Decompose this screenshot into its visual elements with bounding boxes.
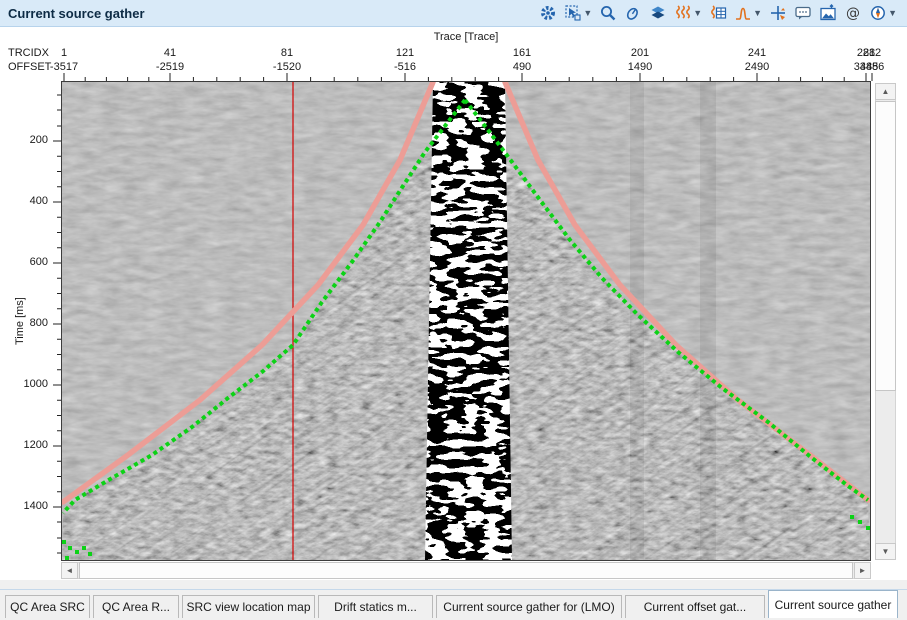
top-axis-ticks: [0, 73, 907, 81]
offset-tick-label: -516: [394, 61, 416, 73]
tab-current-source-gather-for-lmo[interactable]: Current source gather for (LMO): [436, 595, 622, 618]
trcidx-tick-label: 282: [863, 47, 881, 59]
snap-icon[interactable]: @: [844, 4, 862, 22]
stray-pick: [82, 546, 86, 550]
tab-qc-area-r[interactable]: QC Area R...: [93, 595, 179, 618]
scroll-right-button[interactable]: ►: [854, 562, 871, 579]
tab-current-source-gather[interactable]: Current source gather: [768, 590, 898, 618]
stray-pick: [858, 520, 862, 524]
offset-tick-label: -3517: [50, 61, 78, 73]
export-image-icon[interactable]: [819, 4, 837, 22]
view-tab-bar: QC Area SRCQC Area R...SRC view location…: [0, 589, 907, 618]
time-tick-label: 800: [4, 317, 48, 329]
trcidx-tick-label: 81: [281, 47, 293, 59]
trcidx-tick-label: 161: [513, 47, 531, 59]
h-scrollbar-thumb[interactable]: [79, 562, 853, 579]
scroll-down-button[interactable]: ▼: [875, 543, 896, 560]
pick-crosshair-icon[interactable]: [769, 4, 787, 22]
scroll-left-button[interactable]: ◄: [61, 562, 78, 579]
time-tick-label: 1200: [4, 439, 48, 451]
layers-icon[interactable]: [649, 4, 667, 22]
tab-drift-statics-m[interactable]: Drift statics m...: [318, 595, 433, 618]
offset-row-label: OFFSET: [8, 61, 51, 73]
comment-icon[interactable]: [794, 4, 812, 22]
time-tick-label: 600: [4, 256, 48, 268]
time-axis-ticks: [51, 82, 61, 560]
chevron-down-icon[interactable]: ▼: [583, 9, 592, 18]
stray-pick: [75, 550, 79, 554]
tab-qc-area-src[interactable]: QC Area SRC: [5, 595, 90, 618]
settings-gear-icon[interactable]: [539, 4, 557, 22]
offset-tick-label: 1490: [628, 61, 652, 73]
time-tick-label: 400: [4, 195, 48, 207]
offset-tick-label: 3486: [860, 61, 884, 73]
trace-table-icon[interactable]: [709, 4, 727, 22]
panel-title: Current source gather: [0, 6, 145, 21]
trcidx-tick-label: 1: [61, 47, 67, 59]
chevron-down-icon[interactable]: ▼: [888, 9, 897, 18]
top-axis-title: Trace [Trace]: [434, 31, 499, 43]
app-window: Current source gather ▼ ▼ ▼ @ ▼ Trace [Trace…: [0, 0, 907, 620]
offset-tick-label: -1520: [273, 61, 301, 73]
zoom-icon[interactable]: [599, 4, 617, 22]
histogram-icon[interactable]: ▼: [734, 4, 762, 22]
compass-icon[interactable]: ▼: [869, 4, 897, 22]
wiggle-display-icon[interactable]: ▼: [674, 4, 702, 22]
seismic-plot-canvas[interactable]: [61, 81, 871, 561]
stray-pick: [866, 526, 870, 530]
trcidx-row-label: TRCIDX: [8, 47, 49, 59]
mouse-pan-icon[interactable]: [624, 4, 642, 22]
chevron-down-icon[interactable]: ▼: [693, 9, 702, 18]
offset-tick-label: -2519: [156, 61, 184, 73]
trcidx-tick-label: 241: [748, 47, 766, 59]
tab-current-offset-gat[interactable]: Current offset gat...: [625, 595, 765, 618]
right-arrow-icon: ►: [859, 566, 867, 575]
trcidx-tick-label: 121: [396, 47, 414, 59]
scroll-up-button[interactable]: ▲: [875, 83, 896, 100]
v-scrollbar-thumb[interactable]: [875, 101, 896, 391]
stray-pick: [62, 540, 66, 544]
offset-tick-label: 2490: [745, 61, 769, 73]
up-arrow-icon: ▲: [882, 87, 890, 96]
down-arrow-icon: ▼: [882, 547, 890, 556]
time-tick-label: 200: [4, 134, 48, 146]
stray-pick: [68, 546, 72, 550]
time-tick-label: 1000: [4, 378, 48, 390]
time-tick-label: 1400: [4, 500, 48, 512]
trcidx-tick-label: 41: [164, 47, 176, 59]
svg-text:@: @: [846, 6, 860, 22]
trcidx-tick-label: 201: [631, 47, 649, 59]
stray-pick: [88, 552, 92, 556]
stray-pick: [850, 515, 854, 519]
toolbar: ▼ ▼ ▼ @ ▼: [539, 4, 907, 22]
chevron-down-icon[interactable]: ▼: [753, 9, 762, 18]
tab-src-view-location-map[interactable]: SRC view location map: [182, 595, 315, 618]
stray-pick: [65, 556, 69, 560]
offset-tick-label: 490: [513, 61, 531, 73]
panel-titlebar: Current source gather ▼ ▼ ▼ @ ▼: [0, 0, 907, 27]
selection-mode-icon[interactable]: ▼: [564, 4, 592, 22]
left-arrow-icon: ◄: [66, 566, 74, 575]
